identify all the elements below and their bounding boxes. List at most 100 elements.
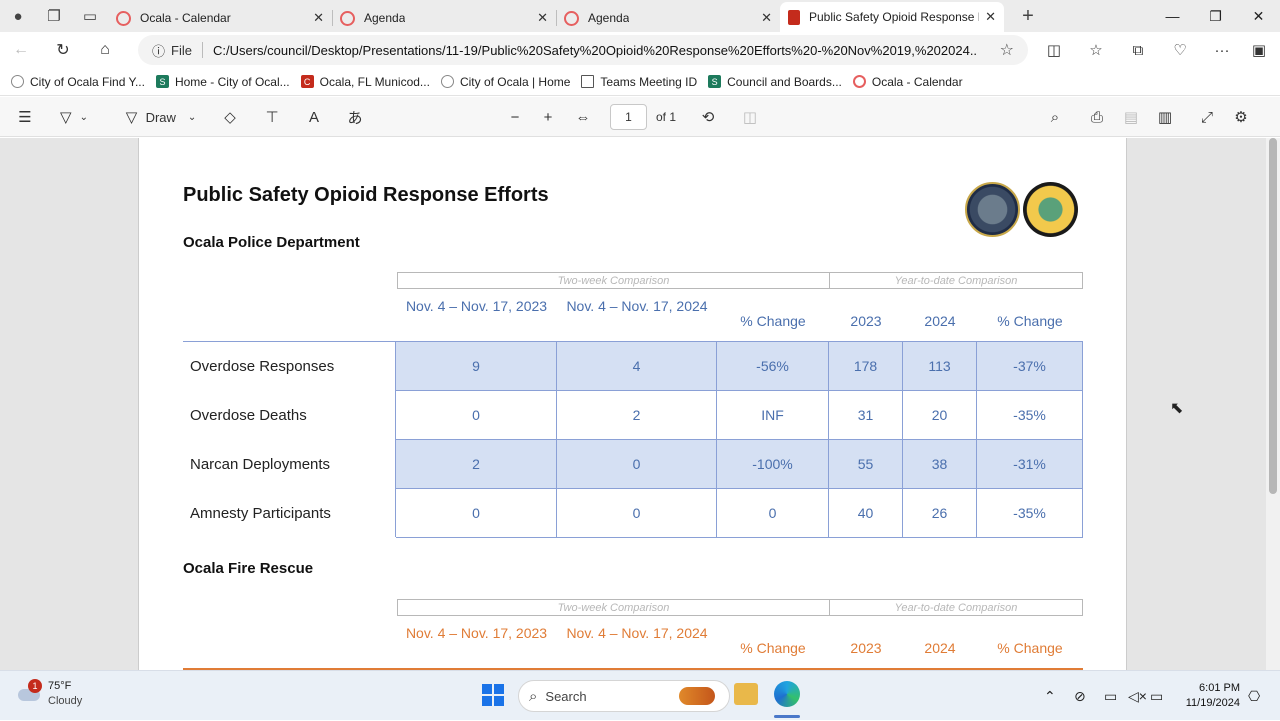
favorites-icon[interactable]: ☆ (1075, 32, 1117, 68)
sidebar-icon[interactable]: ▣ (1238, 32, 1280, 68)
split-screen-icon[interactable]: ◫ (1033, 32, 1075, 68)
two-week-header: Two-week Comparison (397, 599, 830, 616)
bookmarks-bar: City of Ocala Find Y... S Home - City of … (0, 68, 1280, 96)
zoom-in-icon[interactable]: + (536, 97, 560, 137)
new-tab-icon[interactable]: + (1010, 0, 1046, 32)
close-window-icon[interactable]: ✕ (1237, 0, 1280, 32)
tab-agenda-2[interactable]: Agenda ✕ (556, 4, 780, 32)
url-text[interactable]: C:/Users/council/Desktop/Presentations/1… (213, 43, 978, 58)
fire-section-heading: Ocala Fire Rescue (183, 560, 314, 577)
table-cell: 2 (396, 440, 557, 489)
s-icon: S (155, 75, 169, 88)
table-cell: 38 (903, 440, 977, 489)
close-icon[interactable]: ✕ (537, 10, 548, 26)
translate-icon[interactable]: あ (343, 97, 367, 137)
file-explorer-icon[interactable] (734, 683, 758, 705)
notifications-icon[interactable]: ⎔ (1248, 671, 1260, 721)
bookmark-home-city-of-ocala[interactable]: S Home - City of Ocal... (155, 74, 290, 89)
draw-icon: ▽ (125, 109, 138, 126)
search-icon[interactable]: ⌕ (1043, 97, 1067, 137)
address-bar: ← ↻ ⌂ ⓘ File C:/Users/council/Desktop/Pr… (0, 32, 1280, 68)
contents-icon[interactable]: ☰ (12, 97, 38, 137)
clock[interactable]: 6:01 PM 11/19/2024 (1180, 681, 1240, 711)
close-icon[interactable]: ✕ (313, 10, 324, 26)
pdf-viewer[interactable]: Public Safety Opioid Response Efforts Oc… (0, 138, 1280, 670)
row-label: Amnesty Participants (190, 505, 331, 522)
scrollbar[interactable] (1266, 138, 1280, 670)
weather-widget[interactable]: 1 75°F Cloudy (16, 679, 82, 709)
tab-agenda[interactable]: Agenda ✕ (332, 4, 557, 32)
profile-icon[interactable]: ● (0, 0, 36, 32)
close-icon[interactable]: ✕ (985, 9, 996, 25)
home-icon[interactable]: ⌂ (84, 32, 126, 68)
close-icon[interactable]: ✕ (761, 10, 772, 26)
battery-icon[interactable]: ▭ (1150, 671, 1163, 721)
draw-button[interactable]: ▽ Draw ⌄ (116, 97, 206, 137)
favorite-star-icon[interactable]: ☆ (1000, 40, 1014, 60)
start-icon[interactable] (482, 684, 504, 706)
taskbar-search[interactable]: ⌕ Search (518, 680, 730, 712)
two-week-header: Two-week Comparison (397, 272, 830, 289)
edge-icon[interactable] (774, 681, 800, 707)
table-cell: 0 (557, 489, 717, 538)
police-seal-icon (965, 182, 1020, 237)
more-icon[interactable]: ··· (1201, 32, 1243, 68)
scrollbar-thumb[interactable] (1269, 138, 1277, 494)
save-as-icon[interactable]: ▥ (1153, 97, 1177, 137)
bookmark-label: Council and Boards... (727, 74, 842, 89)
eraser-icon[interactable]: ◇ (218, 97, 242, 137)
bookmark-ocala-calendar[interactable]: Ocala - Calendar (852, 75, 963, 89)
display-icon[interactable]: ▭ (1104, 671, 1117, 721)
highlight-icon[interactable]: ▽ ⌄ (52, 97, 96, 137)
bookmark-council-boards[interactable]: S Council and Boards... (708, 75, 842, 89)
tab-label: Public Safety Opioid Response Eff (809, 10, 979, 24)
volume-icon[interactable]: ◁× (1128, 671, 1147, 721)
fullscreen-icon[interactable]: ⤢ (1195, 97, 1219, 137)
table-cell: 0 (557, 440, 717, 489)
temperature: 75°F (48, 680, 72, 692)
restore-icon[interactable]: ❐ (1194, 0, 1237, 32)
page-number-input[interactable]: 1 (610, 104, 647, 130)
workspaces-icon[interactable]: ❐ (36, 0, 72, 32)
read-aloud-icon[interactable]: A (302, 97, 326, 137)
print-icon[interactable]: ⎙ (1085, 97, 1109, 137)
bookmark-label: Teams Meeting ID (600, 74, 698, 89)
collections-icon[interactable]: ⧉ (1117, 32, 1159, 68)
tab-ocala-calendar[interactable]: Ocala - Calendar ✕ (108, 4, 333, 32)
bookmark-teams-meeting[interactable]: Teams Meeting ID (581, 75, 697, 89)
tab-label: Agenda (364, 11, 406, 25)
bookmark-city-of-ocala-home[interactable]: City of Ocala | Home (440, 75, 570, 89)
fit-width-icon[interactable]: ⇔ (571, 97, 595, 137)
network-icon[interactable]: ⊘ (1074, 671, 1086, 721)
browser-essentials-icon[interactable]: ♡ (1159, 32, 1201, 68)
info-icon[interactable]: ⓘ (152, 41, 165, 60)
tab-actions-icon[interactable]: ▭ (72, 0, 108, 32)
table-cell: 113 (903, 342, 977, 391)
refresh-icon[interactable]: ↻ (42, 32, 84, 68)
tab-label: Agenda (588, 11, 630, 25)
table-cell: -56% (717, 342, 829, 391)
save-icon[interactable]: ▤ (1119, 97, 1143, 137)
settings-icon[interactable]: ⚙ (1229, 97, 1253, 137)
minimize-icon[interactable]: — (1151, 0, 1194, 32)
bookmark-municode[interactable]: C Ocala, FL Municod... (300, 75, 430, 89)
chevron-up-icon[interactable]: ⌃ (1044, 671, 1056, 721)
clock-date: 11/19/2024 (1185, 697, 1240, 709)
column-header: 2024 (924, 313, 956, 329)
table-cell: INF (717, 391, 829, 440)
g-icon (564, 10, 579, 26)
pdf-page: Public Safety Opioid Response Efforts Oc… (138, 138, 1127, 670)
column-header: 2023 (850, 313, 882, 329)
back-icon[interactable]: ← (0, 32, 42, 68)
text-box-icon[interactable]: ⊤ (260, 97, 284, 137)
scheme-label: File (171, 42, 192, 58)
bookmark-city-of-ocala-find[interactable]: City of Ocala Find Y... (11, 75, 145, 89)
tab-public-safety-pdf[interactable]: Public Safety Opioid Response Eff ✕ (780, 2, 1004, 32)
bookmark-label: Home - City of Ocal... (174, 74, 290, 89)
url-field[interactable]: ⓘ File C:/Users/council/Desktop/Presenta… (138, 35, 1028, 65)
table-cell: -35% (977, 489, 1083, 538)
column-header: Nov. 4 – Nov. 17, 2023 (405, 625, 548, 641)
rotate-icon[interactable]: ⟲ (696, 97, 720, 137)
zoom-out-icon[interactable]: − (503, 97, 527, 137)
two-page-icon[interactable]: ◫ (738, 97, 762, 137)
